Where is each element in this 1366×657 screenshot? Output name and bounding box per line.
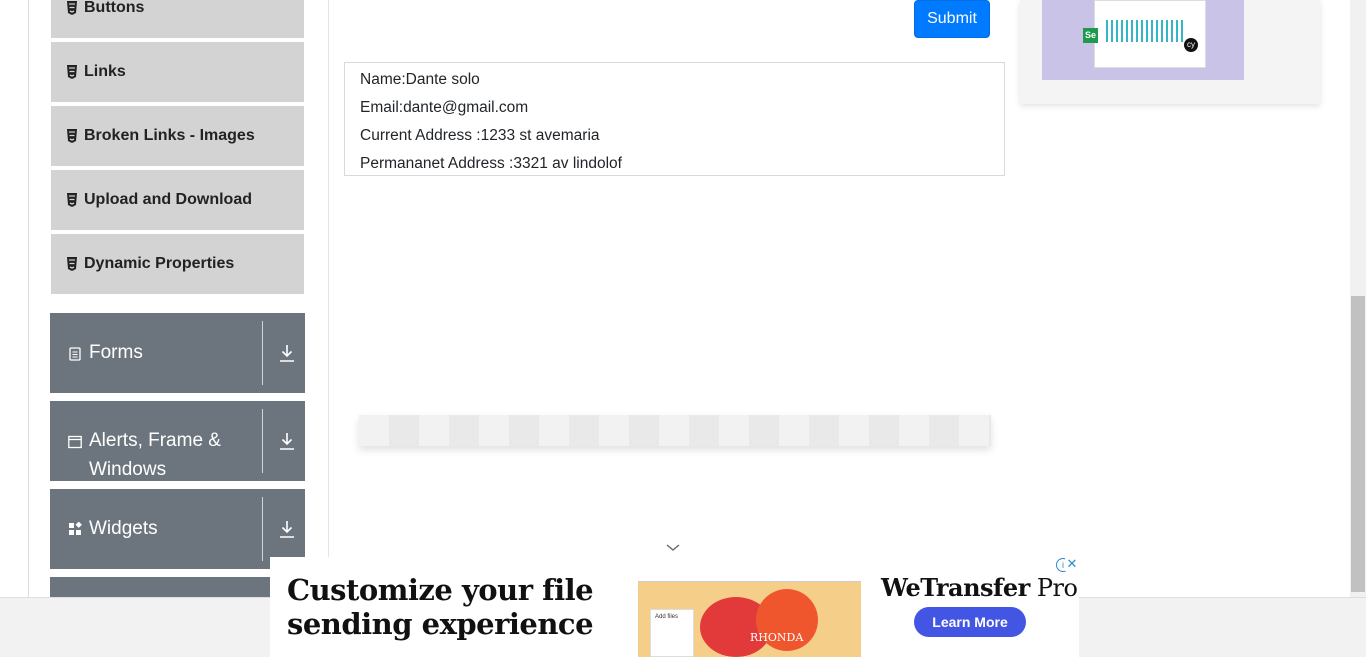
sidebar-item-label: Broken Links - Images	[84, 127, 255, 144]
ad-bar-graphic	[1106, 20, 1186, 42]
group-separator	[262, 321, 263, 385]
html5-icon	[67, 65, 77, 79]
sidebar-group-label: Widgets	[89, 518, 158, 539]
ad-headline: Customize your file sending experience	[287, 573, 627, 641]
html5-icon	[67, 193, 77, 207]
ad-brand: WeTransfer Pro	[881, 573, 1078, 602]
download-icon[interactable]	[278, 431, 296, 451]
form-icon	[69, 347, 81, 361]
sidebar-group-widgets[interactable]: Widgets	[50, 489, 305, 569]
sidebar-item-links[interactable]: Links	[51, 42, 304, 104]
output-email: Email:dante@gmail.com	[360, 99, 529, 116]
scrollbar-thumb[interactable]	[1351, 296, 1365, 592]
ad-close-icon[interactable]: ✕	[1065, 557, 1079, 571]
selenium-badge: Se	[1083, 28, 1098, 43]
widgets-icon	[69, 522, 82, 535]
ad-brand-suffix: Pro	[1029, 574, 1078, 602]
download-icon[interactable]	[278, 519, 296, 539]
scrollbar[interactable]	[1350, 0, 1366, 597]
ad-image-caption: RHONDA	[750, 631, 804, 644]
window-icon	[68, 435, 82, 449]
group-separator	[262, 497, 263, 561]
ad-headline-line2: sending experience	[287, 607, 594, 641]
output-name: Name:Dante solo	[360, 71, 480, 88]
sidebar-item-label: Upload and Download	[84, 191, 252, 208]
ad-headline-line1: Customize your file	[287, 573, 594, 607]
group-separator	[262, 409, 263, 473]
sidebar-item-label: Links	[84, 63, 126, 80]
cypress-badge: cy	[1184, 38, 1198, 52]
sidebar-item-dynamic-properties[interactable]: Dynamic Properties	[51, 234, 304, 296]
sidebar-group-alerts[interactable]: Alerts, Frame & Windows	[50, 401, 305, 481]
sidebar-item-buttons[interactable]: Buttons	[51, 0, 304, 40]
html5-icon	[67, 129, 77, 143]
output-permanent-address: Permananet Address :3321 av lindolof	[360, 155, 622, 172]
chevron-down-icon[interactable]	[665, 543, 681, 553]
learn-more-button[interactable]: Learn More	[914, 607, 1026, 637]
sidebar-item-label: Dynamic Properties	[84, 255, 235, 272]
download-icon[interactable]	[278, 343, 296, 363]
left-divider	[28, 0, 29, 597]
content-divider	[328, 0, 329, 597]
sidebar-group-label: Forms	[89, 342, 143, 363]
ad-placeholder-strip	[359, 415, 991, 446]
sidebar-item-broken-links[interactable]: Broken Links - Images	[51, 106, 304, 168]
submit-button[interactable]: Submit	[914, 0, 990, 38]
sidebar-group-next[interactable]	[50, 577, 305, 597]
sidebar-group-label: Alerts, Frame & Windows	[89, 430, 221, 480]
html5-icon	[67, 1, 77, 15]
ad-brand-main: WeTransfer	[881, 573, 1030, 602]
sidebar-item-label: Buttons	[84, 0, 145, 16]
ad-image-browser-bar	[638, 569, 861, 582]
ad-image-card: Add files	[650, 609, 694, 657]
html5-icon	[67, 257, 77, 271]
sidebar-group-forms[interactable]: Forms	[50, 313, 305, 393]
ad-image: Add files RHONDA	[638, 569, 861, 657]
output-current-address: Current Address :1233 st avemaria	[360, 127, 600, 144]
output-box: Name:Dante solo Email:dante@gmail.com Cu…	[344, 62, 1005, 176]
sidebar-item-upload-download[interactable]: Upload and Download	[51, 170, 304, 232]
right-ad[interactable]: Se cy	[1020, 0, 1320, 104]
ad-banner[interactable]: Customize your file sending experience A…	[270, 557, 1079, 657]
